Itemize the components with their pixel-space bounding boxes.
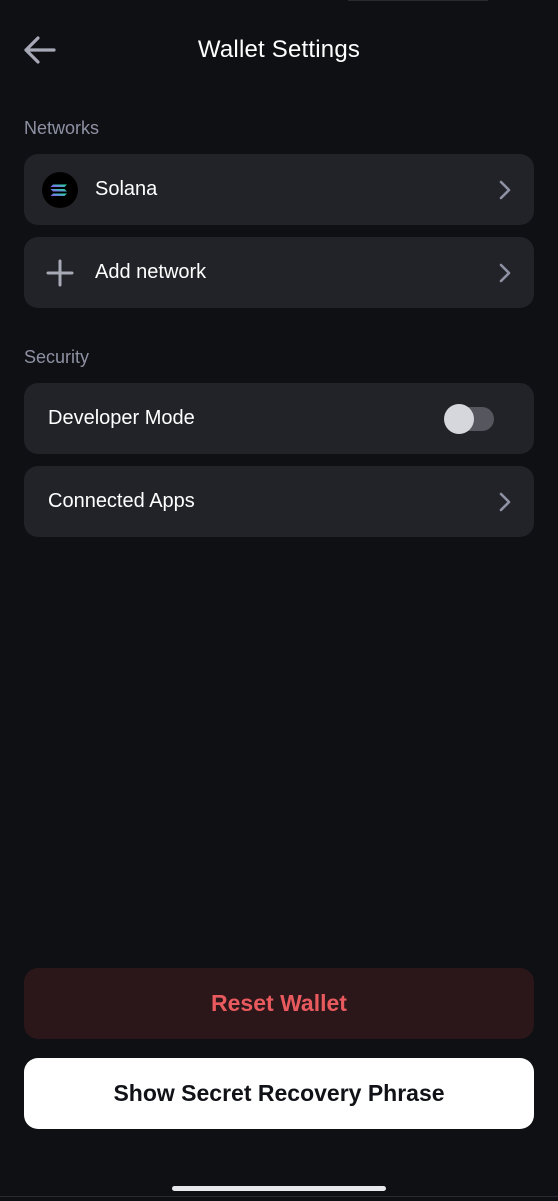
add-network-label: Add network [95, 261, 207, 283]
connected-apps-button[interactable]: Connected Apps [24, 466, 534, 537]
section-label-security: Security [24, 347, 90, 367]
page-title: Wallet Settings [197, 36, 361, 63]
connected-apps-label: Connected Apps [48, 490, 195, 512]
add-network-button[interactable]: Add network [24, 237, 534, 308]
network-label: Solana [95, 178, 158, 200]
developer-mode-row: Developer Mode [24, 383, 534, 454]
home-indicator [172, 1186, 386, 1191]
developer-mode-toggle[interactable] [444, 403, 494, 434]
solana-logo-icon [42, 171, 78, 208]
section-label-networks: Networks [24, 118, 100, 138]
chevron-right-icon [496, 178, 514, 202]
toggle-knob [444, 403, 474, 434]
status-bar-fragment [348, 0, 488, 5]
bottom-divider [0, 1196, 558, 1201]
plus-icon [42, 255, 78, 291]
header: Wallet Settings [0, 24, 558, 80]
developer-mode-label: Developer Mode [48, 407, 195, 429]
chevron-right-icon [496, 490, 514, 514]
show-recovery-phrase-button[interactable]: Show Secret Recovery Phrase [24, 1058, 534, 1129]
reset-wallet-button[interactable]: Reset Wallet [24, 968, 534, 1039]
network-item-solana[interactable]: Solana [24, 154, 534, 225]
chevron-right-icon [496, 261, 514, 285]
